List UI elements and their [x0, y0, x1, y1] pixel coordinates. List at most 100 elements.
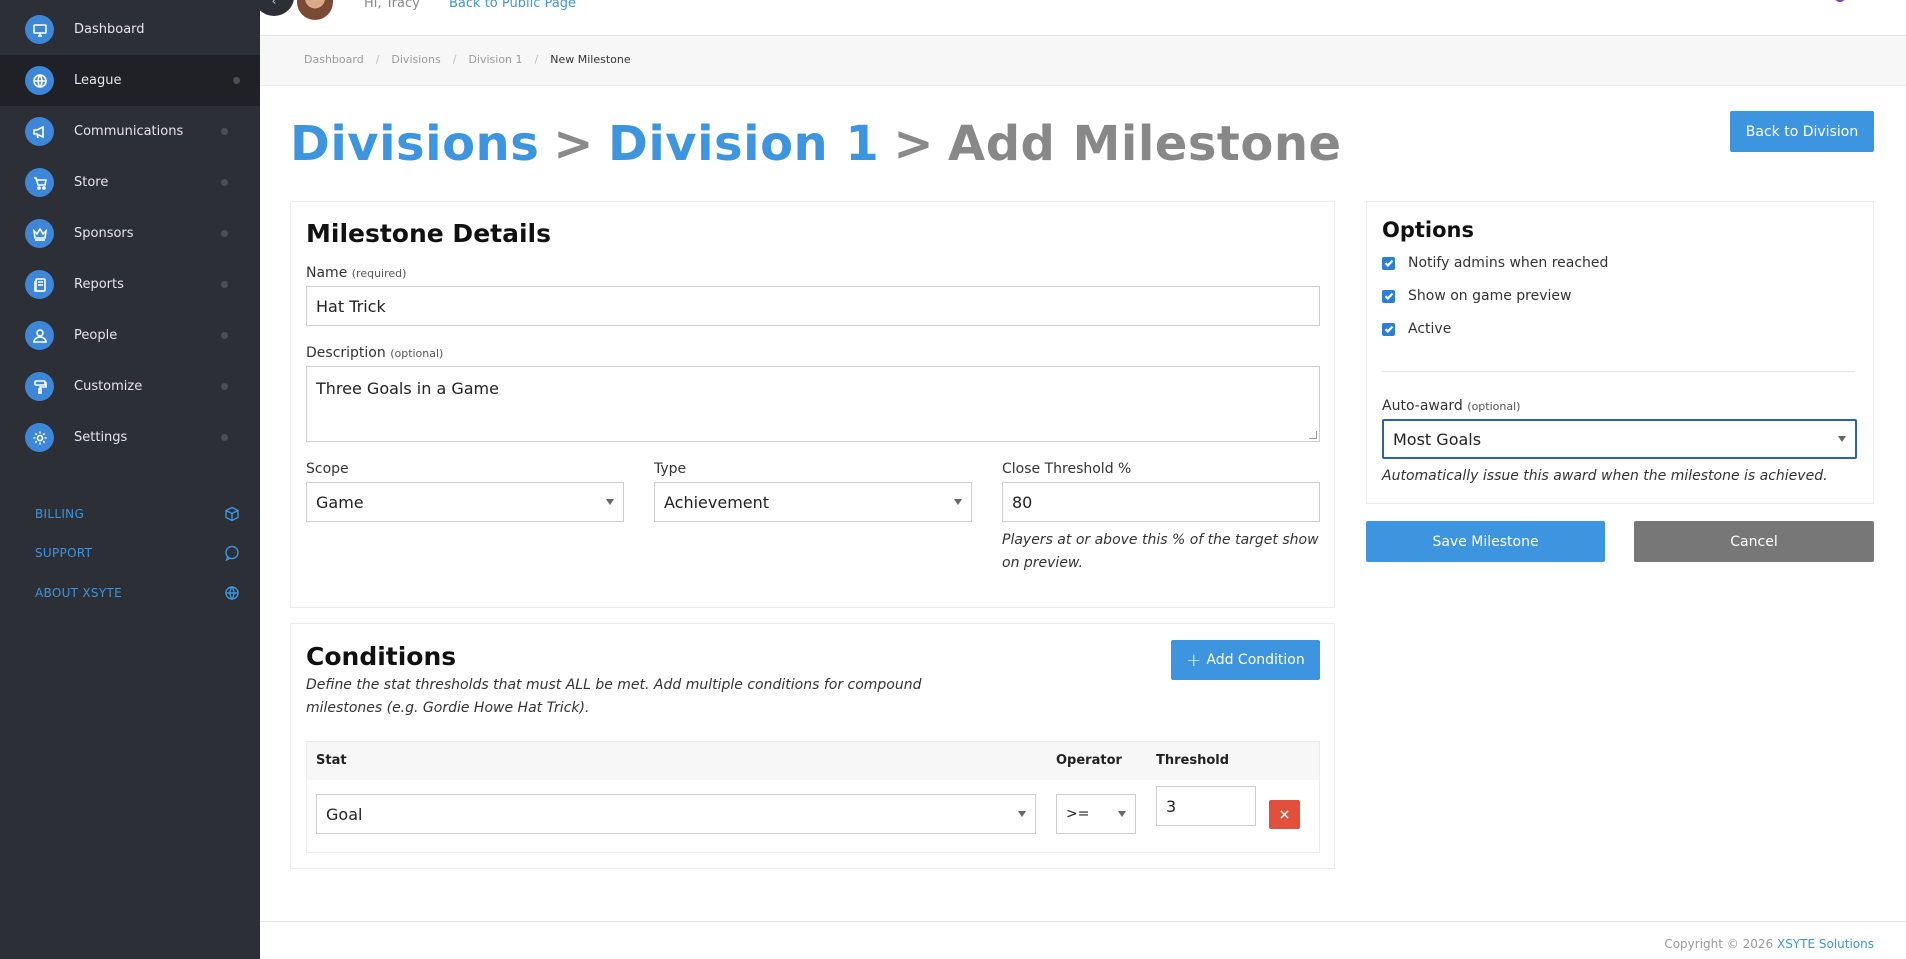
add-condition-label: Add Condition [1206, 652, 1305, 668]
title-separator: > [553, 116, 594, 172]
name-input[interactable]: Hat Trick [306, 286, 1320, 326]
type-value: Achievement [664, 492, 770, 512]
stat-value: Goal [326, 804, 363, 824]
expand-dot-icon [221, 230, 228, 237]
sidebar-item-label: Dashboard [74, 22, 145, 37]
active-checkbox[interactable]: Active [1382, 319, 1451, 339]
save-milestone-button[interactable]: Save Milestone [1366, 521, 1605, 562]
sidebar-item-league[interactable]: League [0, 55, 260, 106]
breadcrumb-dashboard[interactable]: Dashboard [304, 53, 364, 66]
breadcrumb-separator: / [452, 53, 457, 66]
notify-admins-label: Notify admins when reached [1408, 255, 1609, 271]
plus-icon: + [1186, 649, 1202, 671]
sidebar-item-communications[interactable]: Communications [0, 106, 260, 157]
column-header-threshold: Threshold [1156, 753, 1230, 768]
close-threshold-help: Players at or above this % of the target… [1002, 532, 1319, 571]
collapse-sidebar-button[interactable]: ‹ [254, 0, 294, 16]
type-label: Type [654, 461, 687, 477]
user-greeting: Hi, Tracy [364, 0, 420, 11]
chat-icon [224, 545, 240, 562]
breadcrumb-current: New Milestone [550, 53, 631, 66]
sidebar-item-store[interactable]: Store [0, 157, 260, 208]
sidebar-item-label: People [74, 328, 118, 343]
operator-value: >= [1066, 806, 1090, 822]
auto-award-hint: (optional) [1467, 400, 1521, 413]
show-on-preview-checkbox[interactable]: Show on game preview [1382, 286, 1571, 306]
breadcrumb-bar: Dashboard / Divisions / Division 1 / New… [260, 36, 1906, 86]
expand-dot-icon [221, 179, 228, 186]
company-link[interactable]: XSYTE Solutions [1777, 937, 1874, 951]
options-card: Options Notify admins when reached Show … [1366, 201, 1874, 504]
person-icon [25, 321, 54, 350]
sidebar: Dashboard League Communications Store Sp… [0, 0, 260, 959]
support-label: SUPPORT [35, 546, 93, 560]
checkmark-icon[interactable] [1382, 289, 1395, 303]
scope-select[interactable]: Game [306, 482, 624, 522]
chevron-down-icon [1118, 811, 1126, 817]
add-condition-button[interactable]: + Add Condition [1171, 640, 1320, 680]
chevron-down-icon [606, 499, 614, 505]
avatar[interactable] [297, 0, 333, 20]
sidebar-item-reports[interactable]: Reports [0, 259, 260, 310]
megaphone-icon [25, 117, 54, 146]
conditions-title: Conditions [306, 642, 457, 671]
breadcrumb-division-1[interactable]: Division 1 [468, 53, 522, 66]
about-xsyte-link[interactable]: ABOUT XSYTE [35, 581, 240, 605]
cube-icon [224, 506, 240, 522]
operator-select[interactable]: >= [1056, 794, 1136, 834]
globe-icon [224, 585, 240, 601]
type-select[interactable]: Achievement [654, 482, 972, 522]
title-separator: > [893, 116, 935, 172]
monitor-icon [25, 15, 54, 44]
sidebar-item-sponsors[interactable]: Sponsors [0, 208, 260, 259]
chevron-down-icon [1838, 436, 1846, 442]
notification-icon[interactable] [1834, 0, 1846, 2]
cancel-button[interactable]: Cancel [1634, 521, 1874, 562]
back-to-public-page-link[interactable]: Back to Public Page [449, 0, 576, 11]
auto-award-select[interactable]: Most Goals [1382, 419, 1857, 459]
sidebar-item-label: Settings [74, 430, 128, 445]
billing-link[interactable]: BILLING [35, 502, 240, 526]
name-label-text: Name [306, 265, 348, 281]
title-division-link[interactable]: Division 1 [608, 116, 879, 172]
support-link[interactable]: SUPPORT [35, 541, 240, 565]
crown-icon [25, 219, 54, 248]
sidebar-item-people[interactable]: People [0, 310, 260, 361]
checkmark-icon[interactable] [1382, 322, 1395, 336]
checkmark-icon[interactable] [1382, 256, 1395, 270]
name-hint: (required) [351, 267, 407, 280]
gear-icon [25, 423, 54, 452]
sidebar-item-label: Communications [74, 124, 184, 139]
auto-award-help: Automatically issue this award when the … [1382, 468, 1828, 484]
column-header-operator: Operator [1056, 753, 1122, 768]
sidebar-item-dashboard[interactable]: Dashboard [0, 4, 260, 55]
title-divisions-link[interactable]: Divisions [290, 116, 539, 172]
billing-label: BILLING [35, 507, 85, 521]
show-on-preview-label: Show on game preview [1408, 288, 1572, 304]
scope-value: Game [316, 492, 364, 512]
close-threshold-label: Close Threshold % [1002, 461, 1132, 477]
close-threshold-input[interactable]: 80 [1002, 482, 1320, 522]
table-header: Stat Operator Threshold [307, 742, 1319, 780]
options-title: Options [1382, 218, 1474, 242]
remove-condition-button[interactable] [1269, 800, 1300, 829]
description-hint: (optional) [390, 347, 444, 360]
threshold-value: 3 [1166, 796, 1177, 816]
auto-award-label: Auto-award (optional) [1382, 398, 1520, 414]
breadcrumb: Dashboard / Divisions / Division 1 / New… [304, 53, 631, 66]
breadcrumb-divisions[interactable]: Divisions [391, 53, 440, 66]
main-content: Divisions > Division 1 > Add Milestone Back … [260, 86, 1906, 921]
name-value: Hat Trick [316, 296, 386, 316]
resize-handle-icon[interactable] [1309, 431, 1317, 439]
threshold-input[interactable]: 3 [1156, 786, 1256, 826]
notify-admins-checkbox[interactable]: Notify admins when reached [1382, 253, 1608, 273]
stat-select[interactable]: Goal [316, 794, 1036, 834]
sidebar-item-customize[interactable]: Customize [0, 361, 260, 412]
auto-award-value: Most Goals [1393, 429, 1482, 449]
back-to-division-button[interactable]: Back to Division [1730, 111, 1874, 152]
description-textarea[interactable]: Three Goals in a Game [306, 366, 1320, 442]
conditions-description: Define the stat thresholds that must ALL… [306, 677, 922, 716]
sidebar-item-settings[interactable]: Settings [0, 412, 260, 463]
sidebar-item-label: League [74, 73, 122, 88]
expand-dot-icon [221, 332, 228, 339]
